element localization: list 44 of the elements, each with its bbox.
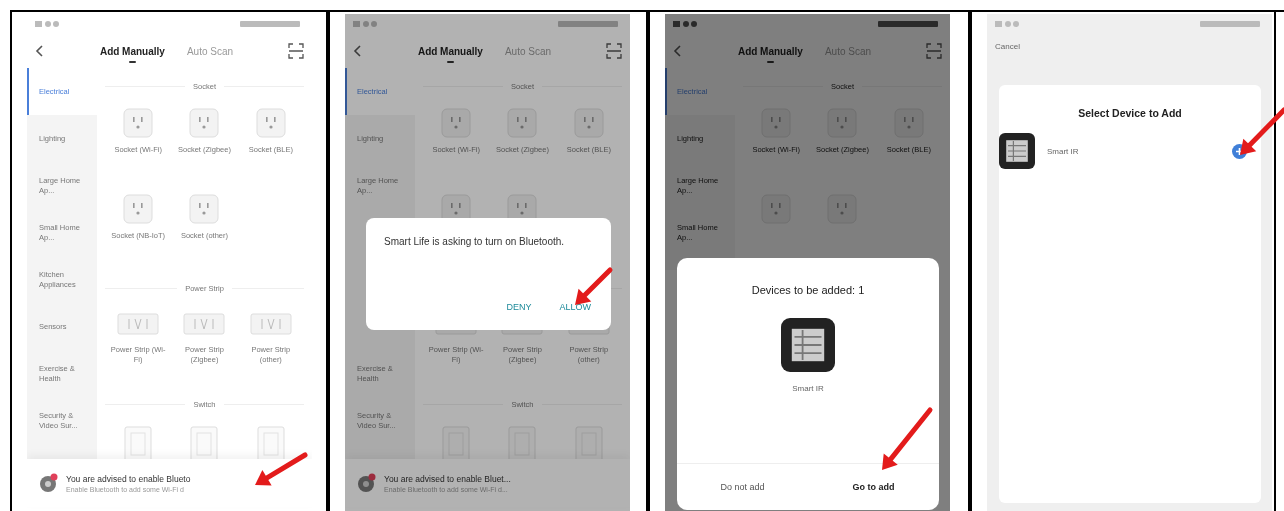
socket-icon	[189, 194, 220, 224]
banner-title: You are advised to enable Bluet...	[384, 473, 511, 484]
device-name: Smart IR	[1047, 146, 1080, 156]
socket-icon	[123, 194, 154, 224]
power-strip-icon	[117, 310, 160, 338]
power-strip-icon	[249, 310, 292, 338]
back-icon[interactable]	[353, 44, 363, 58]
device-alert-icon	[39, 473, 58, 493]
back-icon[interactable]	[673, 44, 683, 58]
tab[interactable]: Auto Scan	[186, 43, 234, 59]
socket-icon	[255, 108, 286, 138]
pointer-arrow	[575, 267, 613, 305]
banner-title: You are advised to enable Blueto	[66, 473, 191, 484]
socket-icon	[189, 108, 220, 138]
socket-icon	[507, 108, 538, 138]
device-alert-icon	[357, 473, 376, 493]
scan-icon[interactable]	[606, 43, 622, 59]
socket-icon	[761, 194, 792, 224]
card-title: Select Device to Add	[1077, 107, 1183, 119]
scan-icon[interactable]	[288, 43, 304, 59]
sheet-button[interactable]: Go to add	[808, 464, 939, 510]
pointer-arrow	[882, 407, 933, 470]
remote-device-icon	[781, 318, 835, 372]
cancel-button[interactable]: Cancel	[987, 34, 1028, 59]
socket-icon	[893, 108, 924, 138]
pointer-arrow	[255, 452, 308, 486]
device-name: Smart IR	[792, 384, 824, 393]
dialog-message: Smart Life is asking to turn on Bluetooth.	[384, 235, 566, 249]
socket-icon	[827, 108, 858, 138]
pointer-arrow	[1240, 107, 1284, 155]
socket-icon	[573, 108, 604, 138]
remote-device-icon	[999, 133, 1035, 169]
dialog-button[interactable]: DENY	[504, 300, 534, 314]
sheet-title: Devices to be added: 1	[751, 284, 865, 296]
power-strip-icon	[183, 310, 226, 338]
socket-icon	[827, 194, 858, 224]
socket-icon	[761, 108, 792, 138]
socket-icon	[123, 108, 154, 138]
socket-icon	[441, 108, 472, 138]
dialog-button[interactable]: ALLOW	[557, 300, 593, 314]
sheet-button[interactable]: Do not add	[677, 464, 808, 510]
back-icon[interactable]	[35, 44, 45, 58]
scan-icon[interactable]	[926, 43, 942, 59]
tab[interactable]: Auto Scan	[504, 43, 552, 59]
